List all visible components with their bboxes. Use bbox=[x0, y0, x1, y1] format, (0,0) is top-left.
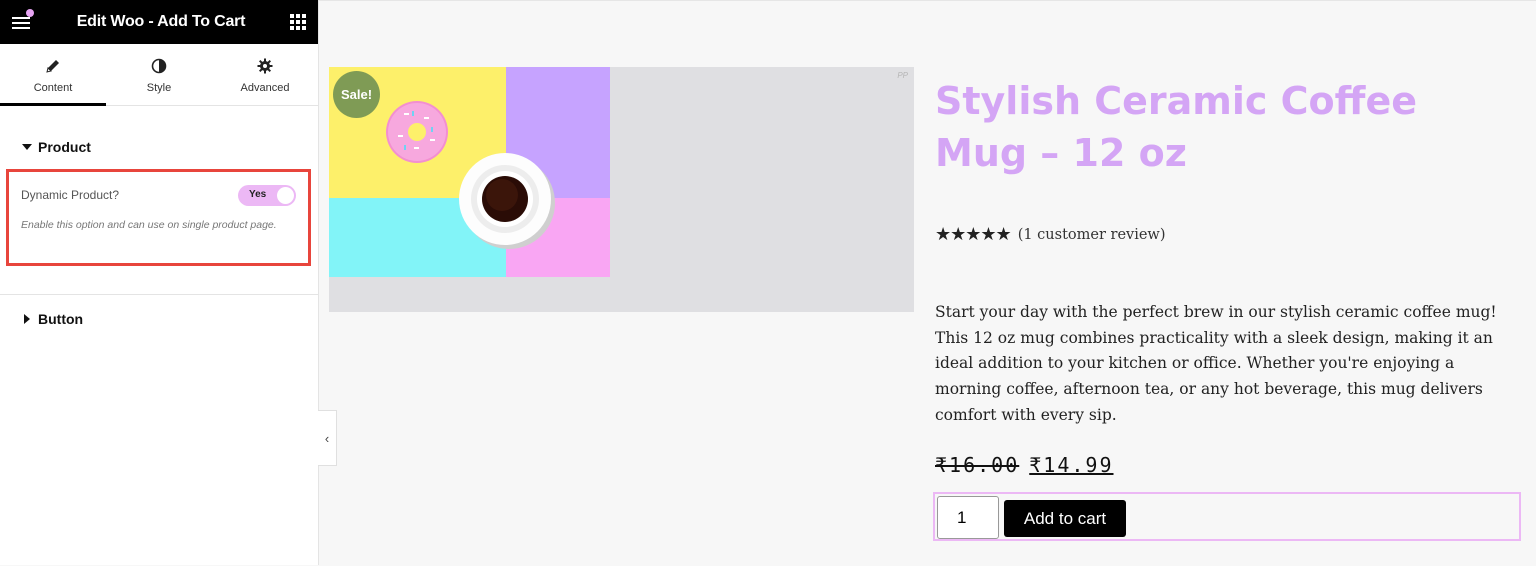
section-title: Button bbox=[38, 311, 84, 327]
product-description: Start your day with the perfect brew in … bbox=[935, 303, 1497, 424]
gear-icon bbox=[257, 56, 273, 76]
section-product-toggle[interactable]: Product bbox=[0, 139, 113, 155]
dynamic-product-label: Dynamic Product? bbox=[21, 188, 120, 202]
product-price: ₹16.00 ₹14.99 bbox=[935, 453, 1114, 477]
panel-title: Edit Woo - Add To Cart bbox=[76, 13, 246, 30]
editor-sidebar: Edit Woo - Add To Cart Content Style Adv… bbox=[0, 0, 319, 565]
section-divider bbox=[0, 294, 318, 295]
tab-label: Content bbox=[33, 81, 73, 94]
caret-down-icon bbox=[22, 144, 32, 150]
coffee-cup-graphic bbox=[459, 153, 555, 249]
control-description: Enable this option and can use on single… bbox=[21, 219, 277, 231]
image-watermark: PP bbox=[897, 71, 908, 80]
widgets-grid-icon[interactable] bbox=[289, 14, 306, 30]
star-rating-icon: ★★★★★ bbox=[935, 224, 1012, 244]
quantity-input[interactable] bbox=[937, 496, 999, 539]
add-to-cart-form: Add to cart bbox=[933, 492, 1521, 541]
dynamic-product-toggle[interactable]: Yes bbox=[238, 185, 296, 206]
notification-dot bbox=[26, 9, 34, 17]
old-price: ₹16.00 bbox=[935, 453, 1020, 477]
product-title: Stylish Ceramic Coffee Mug – 12 oz bbox=[935, 79, 1417, 175]
donut-graphic bbox=[386, 101, 448, 163]
sale-price: ₹14.99 bbox=[1029, 453, 1114, 477]
hamburger-menu-icon[interactable] bbox=[12, 9, 34, 29]
add-to-cart-button[interactable]: Add to cart bbox=[1004, 500, 1126, 537]
tab-content[interactable]: Content bbox=[0, 44, 106, 106]
sale-badge: Sale! bbox=[333, 71, 380, 118]
contrast-icon bbox=[151, 56, 167, 76]
tab-label: Advanced bbox=[240, 81, 290, 94]
sidebar-header: Edit Woo - Add To Cart bbox=[0, 0, 318, 44]
panel-tabs: Content Style Advanced bbox=[0, 44, 318, 106]
product-image[interactable]: Sale! PP bbox=[329, 67, 914, 312]
product-rating: ★★★★★ (1 customer review) bbox=[935, 224, 1166, 245]
toggle-knob bbox=[277, 187, 294, 204]
page-preview: Sale! PP Stylish Ceramic Coffee Mug – 12… bbox=[319, 0, 1536, 566]
section-title: Product bbox=[38, 139, 91, 155]
review-link[interactable]: (1 customer review) bbox=[1018, 227, 1166, 243]
tab-label: Style bbox=[146, 81, 172, 94]
caret-right-icon bbox=[24, 314, 30, 324]
section-button-toggle[interactable]: Button bbox=[0, 311, 105, 327]
tab-style[interactable]: Style bbox=[106, 44, 212, 105]
tab-advanced[interactable]: Advanced bbox=[212, 44, 318, 105]
pencil-icon bbox=[45, 56, 61, 76]
toggle-value: Yes bbox=[249, 189, 267, 200]
